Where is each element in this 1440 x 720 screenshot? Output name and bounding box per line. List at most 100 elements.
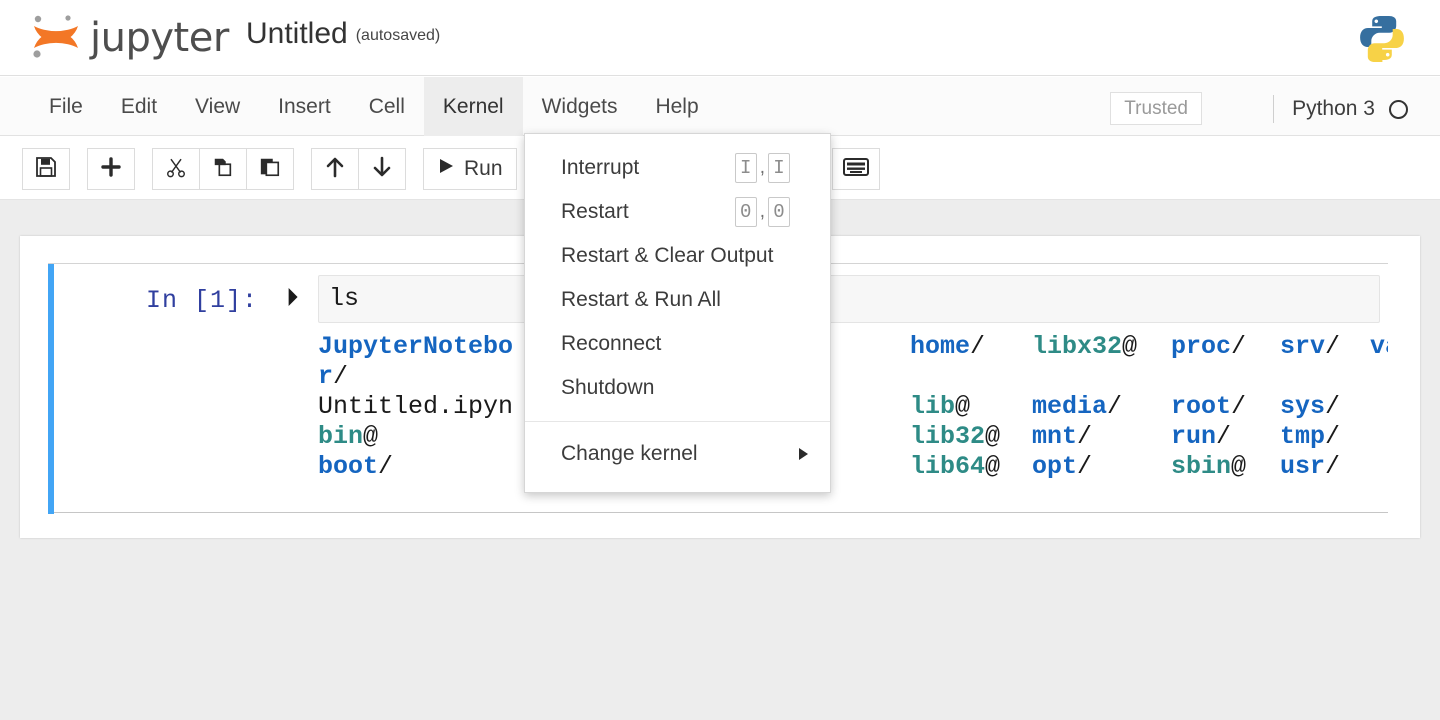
output-entry: srv/ xyxy=(1280,332,1340,362)
move-cell-up-button[interactable] xyxy=(311,148,359,190)
menu-label: Cell xyxy=(369,95,405,119)
output-entry-suffix: @ xyxy=(1231,452,1246,481)
kernel-indicator: Python 3 xyxy=(1273,95,1408,123)
output-entry-suffix: @ xyxy=(955,392,970,421)
output-entry: Untitled.ipyn xyxy=(318,392,513,422)
kernel-menu-items: InterruptI,IRestart0,0 Restart & Clear Ou… xyxy=(525,146,830,410)
play-triangle-icon xyxy=(437,157,455,181)
page-header: jupyter Untitled(autosaved) xyxy=(0,0,1440,76)
menu-label: Insert xyxy=(278,95,331,119)
output-entry: sys/ xyxy=(1280,392,1340,422)
output-entry-name: sys xyxy=(1280,392,1325,421)
menu-item-reconnect[interactable]: Reconnect xyxy=(525,322,830,366)
output-entry-suffix: / xyxy=(1077,452,1092,481)
output-entry-name: run xyxy=(1171,422,1216,451)
menu-label: File xyxy=(49,95,83,119)
menubar: FileEditViewInsertCellKernelWidgetsHelp … xyxy=(0,77,1440,136)
shortcut-key: 0 xyxy=(768,197,790,227)
output-entry-name: bin xyxy=(318,422,363,451)
menu-item-label: Restart & Clear Output xyxy=(561,244,773,268)
output-entry: run/ xyxy=(1171,422,1231,452)
toolbar-group-insert xyxy=(87,148,135,190)
notebook-title[interactable]: Untitled(autosaved) xyxy=(246,17,440,51)
notebook-name-text: Untitled xyxy=(246,17,348,50)
menu-cell[interactable]: Cell xyxy=(350,77,424,136)
output-entry-name: lib xyxy=(910,392,955,421)
run-button-label: Run xyxy=(464,157,503,181)
shortcut-separator: , xyxy=(760,157,765,179)
menu-item-shutdown[interactable]: Shutdown xyxy=(525,366,830,410)
menu-label: Kernel xyxy=(443,95,504,119)
jupyter-wordmark: jupyter xyxy=(90,15,229,61)
cut-cell-button[interactable] xyxy=(152,148,200,190)
menu-label: Help xyxy=(655,95,698,119)
output-entry-suffix: / xyxy=(1231,392,1246,421)
output-entry: lib64@ xyxy=(910,452,1000,482)
keyboard-icon xyxy=(843,158,869,181)
output-entry-suffix: @ xyxy=(363,422,378,451)
output-entry: proc/ xyxy=(1171,332,1246,362)
output-entry-suffix: / xyxy=(1325,452,1340,481)
copy-cell-button[interactable] xyxy=(199,148,247,190)
output-entry-suffix: @ xyxy=(1122,332,1137,361)
insert-cell-below-button[interactable] xyxy=(87,148,135,190)
output-entry: tmp/ xyxy=(1280,422,1340,452)
output-entry: r/ xyxy=(318,362,348,392)
submenu-arrow-icon xyxy=(799,448,808,460)
shortcut-separator: , xyxy=(760,201,765,223)
toolbar-group-save xyxy=(22,148,70,190)
output-entry: boot/ xyxy=(318,452,393,482)
menu-widgets[interactable]: Widgets xyxy=(523,77,637,136)
toolbar-group-run: Run xyxy=(423,148,517,190)
toolbar-group-move xyxy=(311,148,406,190)
menu-item-restart-clear-output[interactable]: Restart & Clear Output xyxy=(525,234,830,278)
menu-label: Widgets xyxy=(542,95,618,119)
menu-item-change-kernel[interactable]: Change kernel xyxy=(525,432,830,476)
menu-help[interactable]: Help xyxy=(636,77,717,136)
output-entry: root/ xyxy=(1171,392,1246,422)
menu-item-restart-run-all[interactable]: Restart & Run All xyxy=(525,278,830,322)
output-entry: lib32@ xyxy=(910,422,1000,452)
menu-item-label: Restart & Run All xyxy=(561,288,721,312)
save-button[interactable] xyxy=(22,148,70,190)
kernel-idle-circle-icon[interactable] xyxy=(1389,100,1408,119)
cell-output-area: JupyterNotebohome/libx32@proc/srv/var/Un… xyxy=(318,332,1388,504)
jupyter-brand[interactable]: jupyter xyxy=(28,12,229,64)
arrow-down-icon xyxy=(371,156,393,183)
run-cell-icon[interactable]: ⏵ xyxy=(286,286,299,311)
output-entry-suffix: / xyxy=(1325,392,1340,421)
output-entry-name: r xyxy=(318,362,333,391)
output-entry-name: lib32 xyxy=(910,422,985,451)
output-entry: mnt/ xyxy=(1032,422,1092,452)
menu-file[interactable]: File xyxy=(30,77,102,136)
menu-item-label: Change kernel xyxy=(561,442,698,466)
output-entry-name: lib64 xyxy=(910,452,985,481)
code-input-area[interactable]: ls xyxy=(318,275,1380,323)
copy-icon xyxy=(212,156,234,183)
menu-item-restart[interactable]: Restart0,0 xyxy=(525,190,830,234)
output-entry-name: boot xyxy=(318,452,378,481)
move-cell-down-button[interactable] xyxy=(358,148,406,190)
scissors-icon xyxy=(165,156,187,183)
output-entry-name: JupyterNotebo xyxy=(318,332,513,361)
shortcut-key: I xyxy=(735,153,757,183)
menu-item-interrupt[interactable]: InterruptI,I xyxy=(525,146,830,190)
menu-label: Edit xyxy=(121,95,157,119)
cell-input-prompt: In [1]: xyxy=(146,286,258,315)
output-entry: bin@ xyxy=(318,422,378,452)
output-line: JupyterNotebohome/libx32@proc/srv/va xyxy=(318,332,1388,362)
trusted-badge[interactable]: Trusted xyxy=(1110,92,1202,125)
menu-view[interactable]: View xyxy=(176,77,259,136)
output-entry-suffix: @ xyxy=(985,422,1000,451)
menu-edit[interactable]: Edit xyxy=(102,77,176,136)
run-cell-button[interactable]: Run xyxy=(423,148,517,190)
shortcut-key: 0 xyxy=(735,197,757,227)
output-entry-suffix: / xyxy=(970,332,985,361)
paste-cell-button[interactable] xyxy=(246,148,294,190)
shortcut-key: I xyxy=(768,153,790,183)
menu-insert[interactable]: Insert xyxy=(259,77,350,136)
open-command-palette-button[interactable] xyxy=(832,148,880,190)
kernel-dropdown-menu: InterruptI,IRestart0,0 Restart & Clear Ou… xyxy=(524,133,831,493)
output-entry-name: opt xyxy=(1032,452,1077,481)
menu-kernel[interactable]: Kernel xyxy=(424,77,523,136)
